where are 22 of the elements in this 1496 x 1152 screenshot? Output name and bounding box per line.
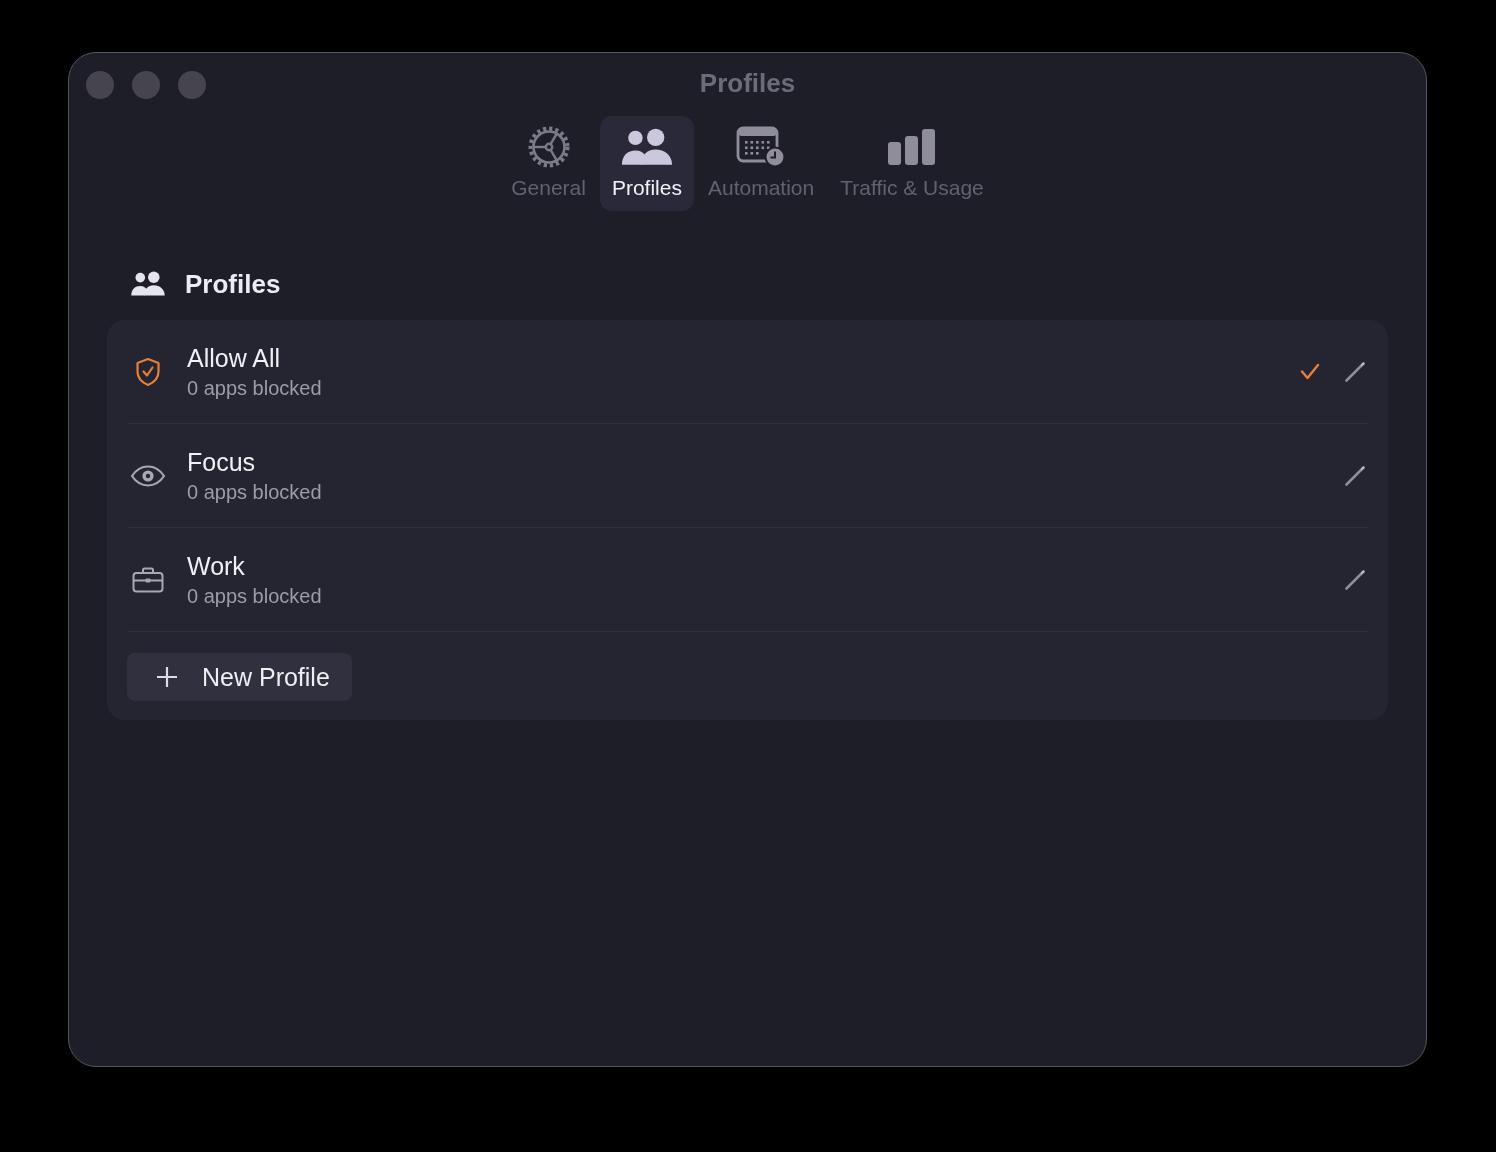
people-icon — [619, 127, 674, 167]
profile-name: Allow All — [187, 342, 281, 373]
window-title: Profiles — [699, 67, 796, 99]
tab[interactable]: Traffic & Usage — [828, 116, 996, 211]
pencil-icon[interactable] — [1344, 568, 1366, 591]
gear-icon — [527, 126, 570, 168]
profile-name: Focus — [187, 446, 256, 477]
section-title: Profiles — [185, 268, 281, 300]
tab[interactable]: General — [499, 116, 598, 211]
bar-chart-icon — [887, 128, 937, 166]
people-icon — [130, 271, 166, 297]
plus-icon — [156, 666, 178, 688]
profile-name: Work — [187, 550, 245, 581]
profile-detail: 0 apps blocked — [187, 375, 322, 401]
calendar-clock-icon — [736, 126, 787, 168]
profile-detail: 0 apps blocked — [187, 479, 322, 505]
new-profile-button[interactable]: New Profile — [127, 653, 352, 701]
tab[interactable]: Profiles — [599, 116, 694, 211]
profile-detail: 0 apps blocked — [187, 583, 322, 609]
tab[interactable]: Automation — [695, 116, 827, 211]
pencil-icon[interactable] — [1344, 360, 1366, 383]
pencil-icon[interactable] — [1344, 464, 1366, 487]
